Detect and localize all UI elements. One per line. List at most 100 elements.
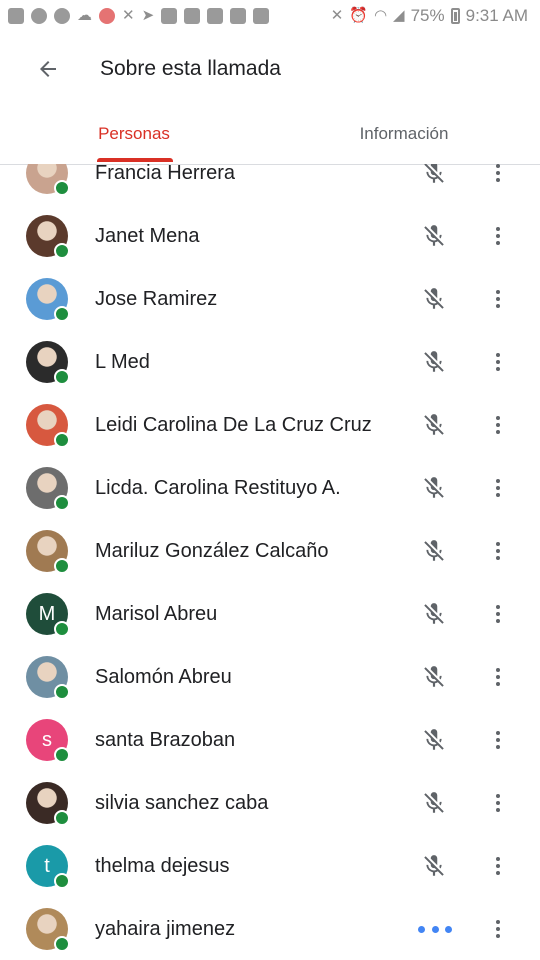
mic-muted-button[interactable] — [418, 472, 450, 504]
participant-row[interactable]: L Med — [0, 331, 540, 394]
participant-menu-button[interactable] — [484, 220, 512, 252]
online-status-dot — [54, 936, 70, 952]
participant-menu-button[interactable] — [484, 472, 512, 504]
participant-name: Marisol Abreu — [95, 602, 218, 625]
more-vert-icon — [496, 164, 500, 182]
participant-menu-button[interactable] — [484, 346, 512, 378]
mic-muted-button[interactable] — [418, 283, 450, 315]
mic-muted-button[interactable] — [418, 598, 450, 630]
app-icon — [230, 8, 247, 24]
mic-off-icon — [424, 351, 444, 372]
participant-menu-button[interactable] — [484, 409, 512, 441]
mute-icon: ✕ — [122, 7, 135, 24]
avatar: t — [26, 845, 70, 889]
avatar — [26, 341, 70, 385]
avatar — [26, 164, 70, 196]
alarm-icon: ⏰ — [349, 7, 368, 24]
avatar — [26, 656, 70, 700]
mic-muted-button[interactable] — [418, 535, 450, 567]
participant-row[interactable]: s santa Brazoban — [0, 709, 540, 772]
tab-bar: Personas Información — [0, 106, 540, 165]
participant-row[interactable]: Janet Mena — [0, 205, 540, 268]
mic-muted-button[interactable] — [418, 787, 450, 819]
participant-name: thelma dejesus — [95, 854, 230, 877]
mic-muted-button[interactable] — [418, 346, 450, 378]
participant-menu-button[interactable] — [484, 787, 512, 819]
weather-icon: ☁ — [77, 7, 92, 24]
participant-row[interactable]: Jose Ramirez — [0, 268, 540, 331]
more-vert-icon — [496, 353, 500, 371]
back-button[interactable] — [28, 49, 68, 89]
participant-menu-button[interactable] — [484, 535, 512, 567]
participant-name: L Med — [95, 350, 150, 373]
mic-off-icon — [424, 792, 444, 813]
tab-personas[interactable]: Personas — [78, 106, 190, 162]
more-vert-icon — [496, 857, 500, 875]
more-vert-icon — [496, 290, 500, 308]
participant-name: Jose Ramirez — [95, 287, 218, 310]
youtube-icon — [253, 8, 270, 24]
participant-row[interactable]: M Marisol Abreu — [0, 583, 540, 646]
participant-name: Mariluz González Calcaño — [95, 539, 329, 562]
participant-row[interactable]: Licda. Carolina Restituyo A. — [0, 457, 540, 520]
participant-menu-button[interactable] — [484, 164, 512, 189]
app-bar: Sobre esta llamada — [0, 32, 540, 106]
participant-row[interactable]: silvia sanchez caba — [0, 772, 540, 835]
mic-muted-button[interactable] — [418, 220, 450, 252]
mic-off-icon — [424, 288, 444, 309]
participant-menu-button[interactable] — [484, 850, 512, 882]
notification-icons: ☁ ✕ ➤ — [0, 7, 270, 24]
mic-off-icon — [424, 855, 444, 876]
participant-menu-button[interactable] — [484, 598, 512, 630]
participant-list: Francia Herrera Janet Mena Jose Ramirez L M… — [0, 164, 540, 960]
participant-name: yahaira jimenez — [95, 917, 236, 940]
online-status-dot — [54, 180, 70, 196]
mic-muted-button[interactable] — [418, 409, 450, 441]
more-vert-icon — [496, 920, 500, 938]
mic-off-icon — [424, 414, 444, 435]
battery-percent: 75% — [410, 6, 445, 25]
facebook-icon — [54, 8, 70, 24]
speaking-dot — [445, 925, 452, 933]
mic-muted-button[interactable] — [418, 850, 450, 882]
mic-off-icon — [424, 225, 444, 246]
online-status-dot — [54, 369, 70, 385]
battery-icon — [450, 8, 460, 24]
participant-row[interactable]: t thelma dejesus — [0, 835, 540, 898]
online-status-dot — [54, 621, 70, 637]
participant-menu-button[interactable] — [484, 283, 512, 315]
mic-off-icon — [424, 477, 444, 498]
participant-name: Janet Mena — [95, 224, 200, 247]
whatsapp-icon — [31, 8, 47, 24]
online-status-dot — [54, 243, 70, 259]
record-icon — [99, 8, 115, 24]
clock: 9:31 AM — [465, 6, 528, 25]
wifi-icon: ◠ — [373, 7, 388, 24]
participant-row[interactable]: Mariluz González Calcaño — [0, 520, 540, 583]
signal-icon: ◢ — [393, 7, 405, 24]
participant-row[interactable]: Salomón Abreu — [0, 646, 540, 709]
participant-menu-button[interactable] — [484, 661, 512, 693]
participant-name: Leidi Carolina De La Cruz Cruz — [95, 413, 372, 436]
tab-informacion[interactable]: Información — [320, 106, 488, 162]
online-status-dot — [54, 810, 70, 826]
online-status-dot — [54, 495, 70, 511]
mic-muted-button[interactable] — [418, 164, 450, 189]
more-vert-icon — [496, 416, 500, 434]
avatar: M — [26, 593, 70, 637]
mic-off-icon — [424, 729, 444, 750]
participant-row[interactable]: yahaira jimenez — [0, 898, 540, 960]
participant-menu-button[interactable] — [484, 724, 512, 756]
arrow-back-icon — [40, 61, 56, 77]
participant-name: santa Brazoban — [95, 728, 236, 751]
participant-row[interactable]: Francia Herrera — [0, 164, 540, 205]
mic-off-icon — [424, 164, 444, 183]
speaking-indicator — [418, 913, 452, 945]
mic-muted-button[interactable] — [418, 724, 450, 756]
gallery-icon — [184, 8, 201, 24]
more-vert-icon — [496, 731, 500, 749]
system-status: ✕ ⏰ ◠ ◢ 75% 9:31 AM — [331, 6, 540, 26]
mic-muted-button[interactable] — [418, 661, 450, 693]
participant-row[interactable]: Leidi Carolina De La Cruz Cruz — [0, 394, 540, 457]
participant-menu-button[interactable] — [484, 913, 512, 945]
